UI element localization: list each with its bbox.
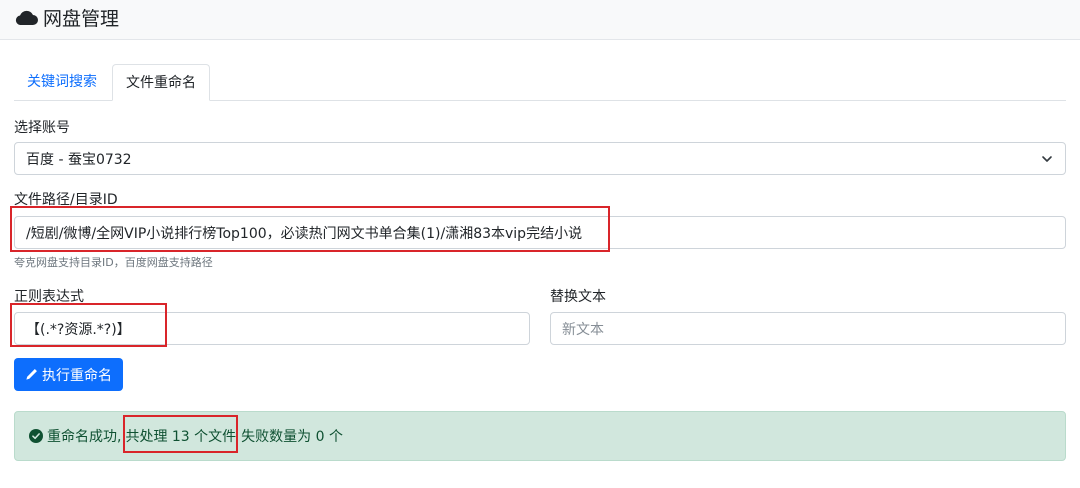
path-input[interactable]: /短剧/微博/全网VIP小说排行榜Top100，必读热门网文书单合集(1)/潇湘… bbox=[14, 216, 1066, 249]
account-label: 选择账号 bbox=[14, 120, 70, 136]
regex-input[interactable]: 【(.*?资源.*?)】 bbox=[14, 312, 530, 345]
replace-label: 替换文本 bbox=[550, 289, 606, 305]
chevron-down-icon bbox=[1042, 156, 1052, 162]
alert-failure-count: 失败数量为 0 个 bbox=[241, 429, 343, 445]
path-help-text: 夸克网盘支持目录ID，百度网盘支持路径 bbox=[14, 256, 213, 269]
alert-prefix: 重命名成功, bbox=[47, 429, 122, 445]
execute-rename-label: 执行重命名 bbox=[42, 367, 112, 384]
tab-keyword-search[interactable]: 关键词搜索 bbox=[14, 64, 110, 101]
replace-input-placeholder: 新文本 bbox=[562, 321, 604, 338]
regex-label: 正则表达式 bbox=[14, 289, 84, 305]
tab-file-rename[interactable]: 文件重命名 bbox=[112, 64, 210, 101]
brand[interactable]: 网盘管理 bbox=[14, 4, 119, 30]
path-label: 文件路径/目录ID bbox=[14, 192, 118, 208]
account-select[interactable]: 百度 - 蚕宝0732 bbox=[14, 142, 1066, 175]
check-circle-icon bbox=[29, 429, 43, 443]
navbar: 网盘管理 bbox=[0, 0, 1080, 40]
cloud-icon bbox=[15, 10, 38, 25]
account-select-value: 百度 - 蚕宝0732 bbox=[26, 151, 132, 168]
execute-rename-button[interactable]: 执行重命名 bbox=[14, 358, 123, 391]
success-alert: 重命名成功, 共处理 13 个文件 失败数量为 0 个 bbox=[14, 411, 1066, 461]
tab-bar: 关键词搜索 文件重命名 bbox=[14, 64, 1066, 101]
app-title: 网盘管理 bbox=[43, 7, 120, 30]
pencil-icon bbox=[26, 369, 37, 380]
regex-input-value: 【(.*?资源.*?)】 bbox=[26, 321, 131, 338]
replace-input[interactable]: 新文本 bbox=[550, 312, 1066, 345]
alert-processed-count: 共处理 13 个文件 bbox=[125, 429, 237, 445]
path-input-value: /短剧/微博/全网VIP小说排行榜Top100，必读热门网文书单合集(1)/潇湘… bbox=[26, 225, 583, 242]
